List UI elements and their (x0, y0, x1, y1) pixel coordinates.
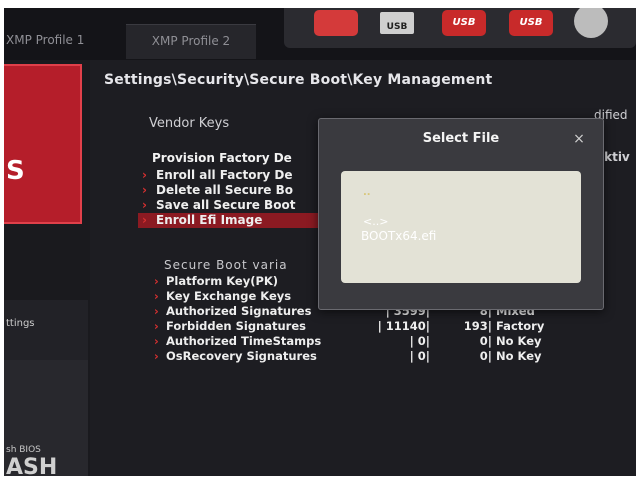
vendor-keys-label: Vendor Keys (149, 116, 230, 131)
boot-priority-bar: USB USB USB (284, 8, 636, 48)
chevron-right-icon: › (154, 319, 159, 333)
key-management-menu: › Enroll all Factory De › Delete all Sec… (138, 168, 338, 228)
key-row-authorized-timestamps[interactable]: › Authorized TimeStamps | 0| 0| No Key (150, 334, 570, 349)
bios-screen: XMP Profile 1 XMP Profile 2 USB USB USB … (4, 8, 636, 476)
key-count: 0| (479, 349, 492, 363)
key-size: | 0| (409, 349, 430, 363)
file-list: .. <..> BOOTx64.efi (341, 171, 581, 283)
chevron-right-icon: › (154, 349, 159, 363)
flash-bios-label: sh BIOS (6, 445, 41, 455)
red-drive-icon[interactable] (314, 10, 358, 36)
key-row-forbidden-signatures[interactable]: › Forbidden Signatures | 11140| 193| Fac… (150, 319, 570, 334)
file-entry-current[interactable]: .. (363, 187, 371, 198)
chevron-right-icon: › (142, 213, 147, 227)
menu-item-label: Save all Secure Boot (156, 198, 296, 212)
left-nav-panel: S ttings sh BIOS ASH (4, 60, 90, 476)
select-file-dialog: Select File × .. <..> BOOTx64.efi (318, 118, 604, 310)
key-name: Authorized Signatures (166, 304, 312, 318)
usb-drive-icon[interactable]: USB (380, 12, 414, 34)
provision-factory-defaults[interactable]: Provision Factory De (152, 151, 292, 165)
chevron-right-icon: › (142, 168, 147, 182)
key-name: Platform Key(PK) (166, 274, 279, 288)
key-source: Factory (496, 319, 545, 333)
menu-item-label: Enroll all Factory De (156, 168, 293, 182)
key-name: Authorized TimeStamps (166, 334, 322, 348)
settings-side-label: ttings (6, 318, 35, 329)
file-entry-bootx64[interactable]: BOOTx64.efi (361, 229, 436, 243)
key-source: No Key (496, 334, 542, 348)
dialog-title: Select File (422, 131, 500, 146)
menu-item-label: Delete all Secure Bo (156, 183, 293, 197)
tab-xmp-profile-1[interactable]: XMP Profile 1 (4, 24, 127, 58)
settings-tile-label: S (6, 156, 25, 186)
oc-tile[interactable] (4, 300, 88, 360)
menu-item-enroll-efi-image[interactable]: › Enroll Efi Image (138, 213, 338, 228)
key-row-osrecovery-signatures[interactable]: › OsRecovery Signatures | 0| 0| No Key (150, 349, 570, 364)
optical-disc-icon[interactable] (574, 8, 608, 38)
key-name: Key Exchange Keys (166, 289, 292, 303)
menu-item-enroll-factory-defaults[interactable]: › Enroll all Factory De (138, 168, 338, 183)
key-count: 0| (479, 334, 492, 348)
breadcrumb: Settings\Security\Secure Boot\Key Manage… (104, 72, 493, 88)
secure-boot-variables-title: Secure Boot varia (164, 258, 288, 272)
key-size: | 0| (409, 334, 430, 348)
file-entry-parent[interactable]: <..> (363, 215, 388, 228)
settings-tile[interactable] (4, 64, 82, 224)
chevron-right-icon: › (154, 274, 159, 288)
menu-item-save-secure-boot[interactable]: › Save all Secure Boot (138, 198, 338, 213)
m-flash-label: ASH (6, 455, 58, 476)
chevron-right-icon: › (154, 289, 159, 303)
key-count: 193| (463, 319, 492, 333)
chevron-right-icon: › (154, 334, 159, 348)
chevron-right-icon: › (142, 183, 147, 197)
usb-icon[interactable]: USB (442, 10, 486, 36)
key-size: | 11140| (377, 319, 430, 333)
close-icon[interactable]: × (569, 129, 589, 149)
key-name: OsRecovery Signatures (166, 349, 317, 363)
menu-item-label: Enroll Efi Image (156, 213, 263, 227)
top-bar: XMP Profile 1 XMP Profile 2 USB USB USB (4, 8, 636, 60)
key-source: No Key (496, 349, 542, 363)
key-name: Forbidden Signatures (166, 319, 306, 333)
menu-item-delete-secure-boot[interactable]: › Delete all Secure Bo (138, 183, 338, 198)
chevron-right-icon: › (154, 304, 159, 318)
chevron-right-icon: › (142, 198, 147, 212)
usb-icon[interactable]: USB (509, 10, 553, 36)
tab-xmp-profile-2[interactable]: XMP Profile 2 (126, 24, 256, 59)
